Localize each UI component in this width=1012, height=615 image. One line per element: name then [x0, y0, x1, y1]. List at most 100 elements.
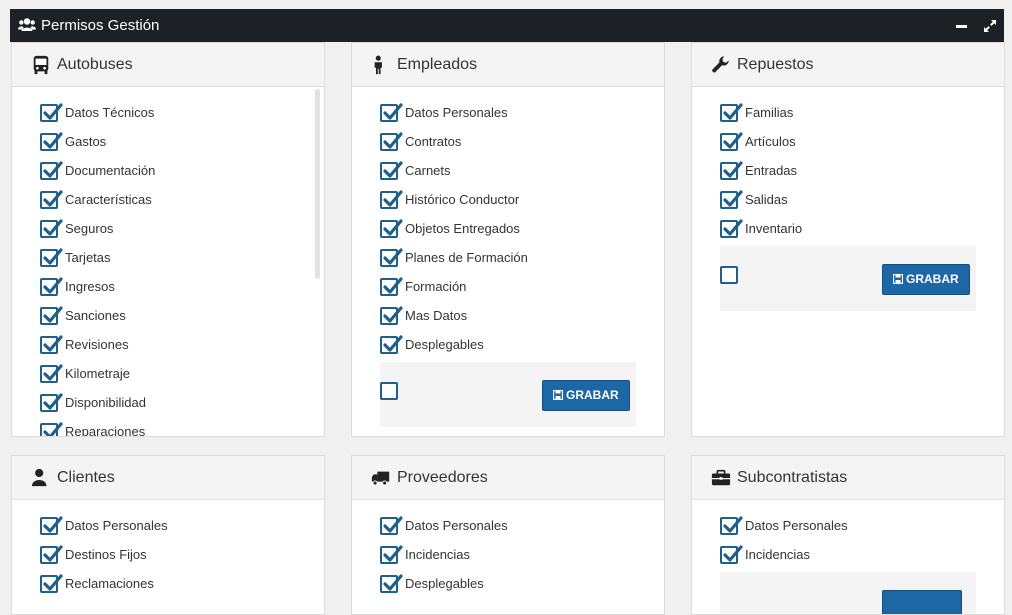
permission-checkbox[interactable]	[380, 219, 403, 238]
permission-checkbox[interactable]	[40, 545, 63, 564]
check-icon	[43, 393, 63, 410]
panel-header: Empleados	[352, 43, 664, 87]
permission-checkbox[interactable]	[380, 161, 403, 180]
grabar-button[interactable]	[882, 590, 962, 614]
panel-body: Datos Técnicos Gastos Documentación Caracte…	[12, 87, 324, 436]
panel-header: Proveedores	[352, 456, 664, 500]
check-icon	[383, 335, 403, 352]
panel-empleados: Empleados Datos Personales Contratos Carne…	[351, 42, 665, 437]
permission-checkbox[interactable]	[720, 132, 743, 151]
panel-proveedores: Proveedores Datos Personales Incidencias D…	[351, 455, 665, 615]
permission-checkbox[interactable]	[380, 545, 403, 564]
permission-checkbox[interactable]	[40, 161, 63, 180]
panel-footer	[720, 572, 976, 614]
permission-checkbox[interactable]	[40, 516, 63, 535]
permission-label: Características	[65, 192, 152, 207]
check-icon	[43, 516, 63, 533]
permission-checkbox[interactable]	[380, 574, 403, 593]
permission-label: Formación	[405, 279, 467, 294]
expand-icon[interactable]	[982, 18, 998, 34]
permission-checkbox[interactable]	[40, 574, 63, 593]
grabar-button-label: GRABAR	[566, 388, 619, 402]
window-titlebar: Permisos Gestión	[10, 9, 1004, 42]
permission-checkbox[interactable]	[40, 190, 63, 209]
permission-label: Documentación	[65, 163, 156, 178]
permission-checkbox[interactable]	[720, 103, 743, 122]
permission-label: Destinos Fijos	[65, 547, 147, 562]
person-icon	[374, 55, 382, 75]
grabar-button[interactable]: GRABAR	[542, 380, 630, 411]
permission-checkbox[interactable]	[40, 219, 63, 238]
check-icon	[383, 190, 403, 207]
permission-label: Artículos	[745, 134, 796, 149]
permission-checkbox[interactable]	[40, 306, 63, 325]
permission-checkbox[interactable]	[40, 393, 63, 412]
window-title: Permisos Gestión	[41, 17, 160, 34]
permission-label: Contratos	[405, 134, 462, 149]
permission-label: Desplegables	[405, 337, 484, 352]
save-icon	[552, 389, 564, 401]
panel-autobuses: Autobuses Datos Técnicos Gastos Documentac…	[11, 42, 325, 437]
check-icon	[43, 545, 63, 562]
scrollbar[interactable]	[315, 89, 320, 279]
wrench-icon	[712, 56, 729, 73]
permission-label: Revisiones	[65, 337, 129, 352]
check-icon	[43, 161, 63, 178]
panel-body: Datos Personales Contratos Carnets Históric…	[352, 87, 664, 436]
permission-label: Reparaciones	[65, 424, 146, 436]
check-icon	[43, 422, 63, 436]
permission-label: Carnets	[405, 163, 451, 178]
permission-label: Reclamaciones	[65, 576, 154, 591]
check-icon	[43, 103, 63, 120]
check-icon	[383, 277, 403, 294]
permission-checkbox[interactable]	[40, 277, 63, 296]
check-icon	[43, 364, 63, 381]
panel-header: Autobuses	[12, 43, 324, 87]
minimize-icon[interactable]	[954, 18, 970, 34]
permission-checkbox[interactable]	[380, 103, 403, 122]
permission-checkbox[interactable]	[380, 277, 403, 296]
permission-checkbox[interactable]	[380, 306, 403, 325]
permission-label: Datos Técnicos	[65, 105, 155, 120]
check-icon	[383, 132, 403, 149]
grabar-button-label: GRABAR	[906, 272, 959, 286]
select-all-checkbox[interactable]	[720, 266, 738, 284]
check-icon	[383, 545, 403, 562]
select-all-checkbox[interactable]	[380, 382, 398, 400]
permission-checkbox[interactable]	[40, 103, 63, 122]
permission-label: Inventario	[745, 221, 803, 236]
permission-checkbox[interactable]	[720, 190, 743, 209]
permission-checkbox[interactable]	[720, 516, 743, 535]
check-icon	[383, 161, 403, 178]
panel-title: Empleados	[397, 56, 478, 73]
permission-label: Datos Personales	[65, 518, 168, 533]
permission-checkbox[interactable]	[380, 248, 403, 267]
check-icon	[383, 219, 403, 236]
permission-label: Familias	[745, 105, 794, 120]
panel-body: Datos Personales Destinos Fijos Reclamacio…	[12, 500, 324, 614]
grabar-button[interactable]: GRABAR	[882, 264, 970, 295]
permission-checkbox[interactable]	[720, 545, 743, 564]
bus-icon	[33, 55, 49, 75]
check-icon	[383, 574, 403, 591]
permission-checkbox[interactable]	[380, 335, 403, 354]
permission-checkbox[interactable]	[40, 335, 63, 354]
permission-label: Datos Personales	[405, 518, 508, 533]
panel-clientes: Clientes Datos Personales Destinos Fijos R…	[11, 455, 325, 615]
permission-checkbox[interactable]	[380, 132, 403, 151]
check-icon	[723, 190, 743, 207]
permission-checkbox[interactable]	[40, 364, 63, 383]
check-icon	[43, 219, 63, 236]
panel-title: Autobuses	[57, 56, 133, 73]
permission-checkbox[interactable]	[40, 248, 63, 267]
permission-checkbox[interactable]	[720, 219, 743, 238]
check-icon	[43, 277, 63, 294]
permission-checkbox[interactable]	[380, 516, 403, 535]
permission-checkbox[interactable]	[40, 422, 63, 436]
panel-header: Subcontratistas	[692, 456, 1004, 500]
permission-label: Kilometraje	[65, 366, 131, 381]
permission-checkbox[interactable]	[720, 161, 743, 180]
permission-checkbox[interactable]	[380, 190, 403, 209]
permission-checkbox[interactable]	[40, 132, 63, 151]
panel-body: Datos Personales Incidencias Desplegables	[352, 500, 664, 614]
